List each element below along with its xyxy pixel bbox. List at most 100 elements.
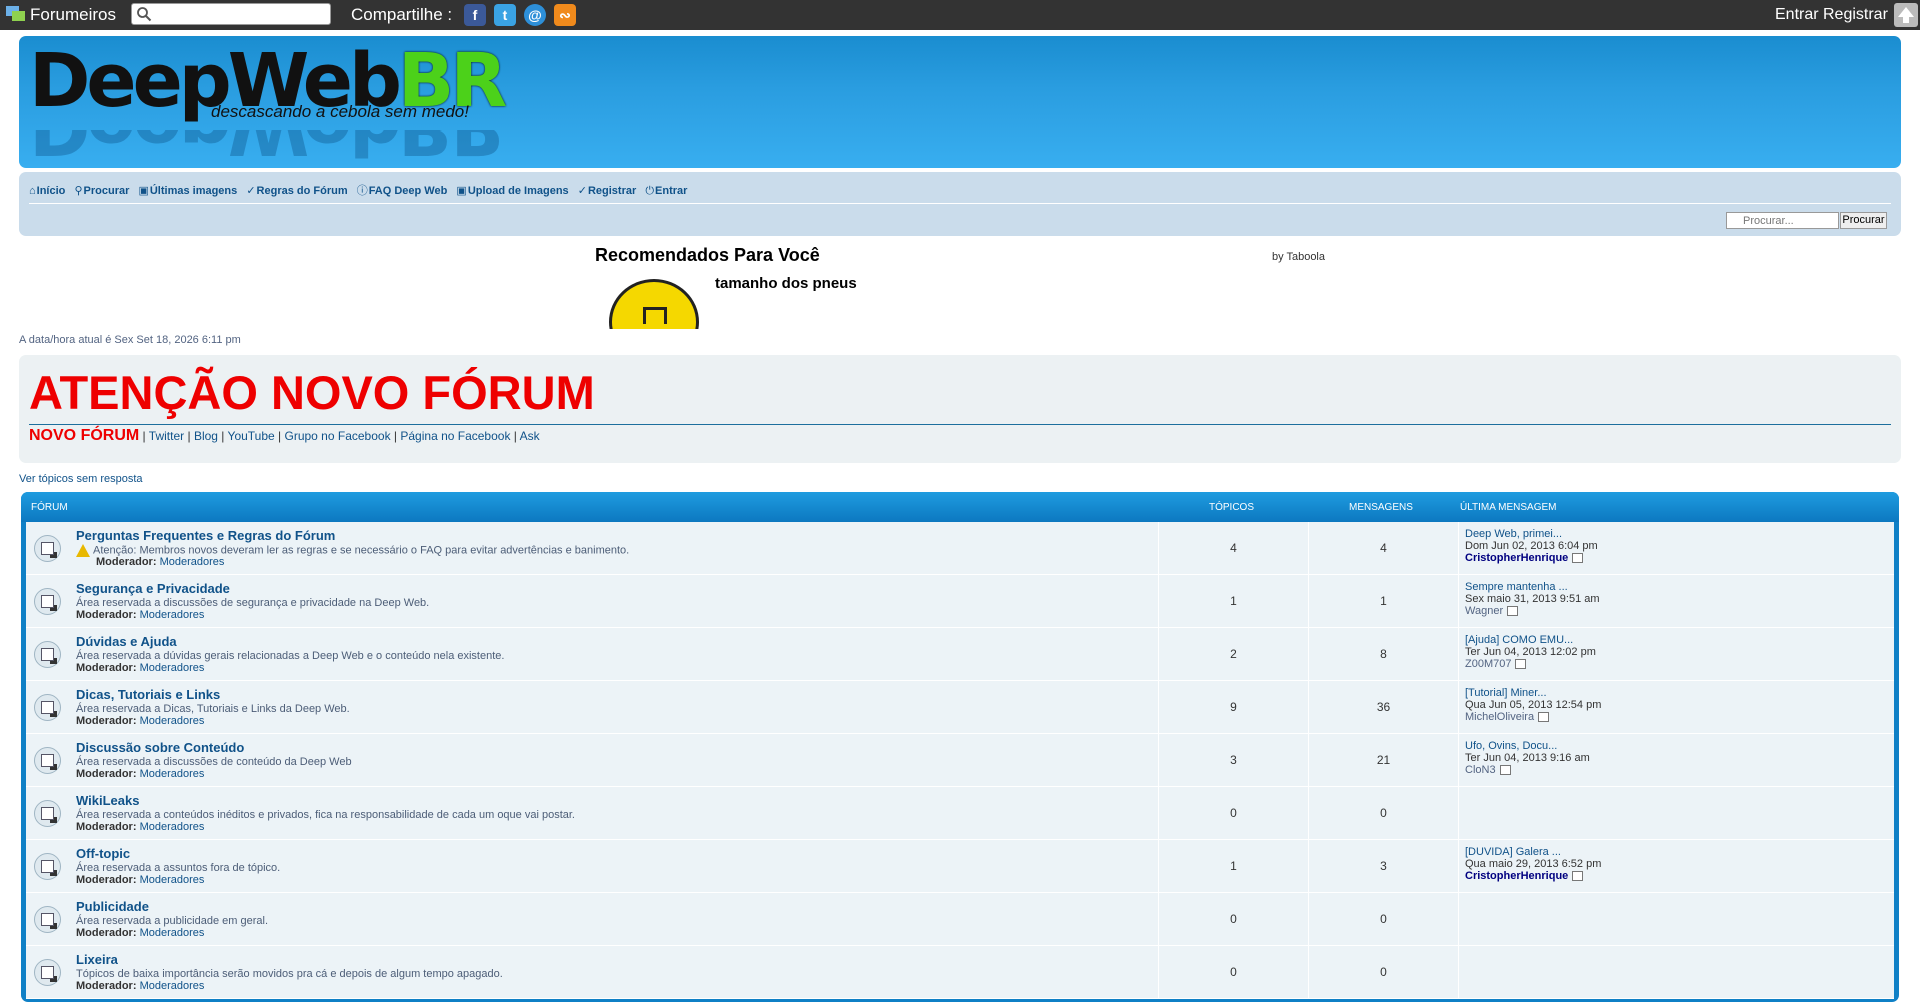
nav-login[interactable]: ⏻Entrar (645, 185, 687, 197)
last-post-author[interactable]: Z00M707 (1465, 658, 1511, 670)
nav-upload-images[interactable]: ▣Upload de Imagens (456, 185, 568, 197)
forum-search-input[interactable]: Procurar... (1726, 212, 1839, 229)
facebook-page-link[interactable]: Página no Facebook (400, 429, 510, 443)
forum-moderator: Moderador: Moderadores (76, 609, 205, 621)
topics-count: 9 (1230, 700, 1237, 714)
search-icon (137, 7, 152, 22)
topics-count: 0 (1230, 912, 1237, 926)
topics-count: 3 (1230, 753, 1237, 767)
nav-divider (29, 203, 1891, 204)
facebook-share-icon[interactable]: f (464, 4, 486, 26)
last-post-author[interactable]: CristopherHenrique (1465, 870, 1568, 882)
moderators-link[interactable]: Moderadores (140, 715, 205, 727)
forum-title[interactable]: Dúvidas e Ajuda (76, 634, 177, 649)
taboola-credit[interactable]: by Taboola (1272, 251, 1325, 263)
warning-icon (76, 544, 90, 557)
topics-count: 1 (1230, 859, 1237, 873)
youtube-link[interactable]: YouTube (228, 429, 275, 443)
twitter-link[interactable]: Twitter (149, 429, 184, 443)
view-latest-post-icon[interactable] (1572, 553, 1584, 564)
last-post-author[interactable]: Wagner (1465, 605, 1503, 617)
current-datetime: A data/hora atual é Sex Set 18, 2026 6:1… (19, 334, 241, 346)
forum-search-button[interactable]: Procurar (1840, 212, 1887, 229)
moderators-link[interactable]: Moderadores (140, 662, 205, 674)
forum-description: Área reservada a dúvidas gerais relacion… (76, 650, 505, 662)
forum-moderator: Moderador: Moderadores (96, 556, 225, 568)
power-icon: ⏻ (645, 185, 655, 197)
nav-register[interactable]: ✓Registrar (578, 185, 637, 197)
site-banner: DeepWebBR descascando a cebola sem medo!… (19, 36, 1901, 168)
forum-title[interactable]: Discussão sobre Conteúdo (76, 740, 244, 755)
moderators-link[interactable]: Moderadores (140, 980, 205, 992)
forum-title[interactable]: Dicas, Tutoriais e Links (76, 687, 220, 702)
forum-table: Fórum Tópicos Mensagens Última mensagem … (21, 492, 1899, 1002)
view-latest-post-icon[interactable] (1572, 871, 1584, 882)
moderators-link[interactable]: Moderadores (140, 609, 205, 621)
recommendation-link[interactable]: tamanho dos pneus (715, 275, 857, 292)
unanswered-topics-link[interactable]: Ver tópicos sem resposta (19, 473, 143, 485)
ask-link[interactable]: Ask (520, 429, 540, 443)
announcement-links: NOVO FÓRUM | Twitter | Blog | YouTube | … (29, 427, 540, 444)
forum-title[interactable]: Publicidade (76, 899, 149, 914)
forum-title[interactable]: Perguntas Frequentes e Regras do Fórum (76, 528, 335, 543)
last-post: [Ajuda] COMO EMU... Ter Jun 04, 2013 12:… (1465, 634, 1596, 670)
moderators-link[interactable]: Moderadores (140, 821, 205, 833)
announcement-divider (29, 424, 1891, 425)
last-post-title[interactable]: Ufo, Ovins, Docu... (1465, 740, 1590, 752)
view-latest-post-icon[interactable] (1515, 659, 1527, 670)
view-latest-post-icon[interactable] (1538, 712, 1550, 723)
forum-description: Área reservada a discussões de conteúdo … (76, 756, 352, 768)
register-link[interactable]: Registrar (1823, 6, 1888, 24)
last-post-date: Ter Jun 04, 2013 12:02 pm (1465, 646, 1596, 658)
nav-latest-images[interactable]: ▣Últimas imagens (138, 185, 237, 197)
last-post-author[interactable]: MichelOliveira (1465, 711, 1534, 723)
nav-faq[interactable]: ⓘFAQ Deep Web (357, 185, 448, 197)
home-icon: ⌂ (29, 185, 36, 197)
last-post-date: Qua maio 29, 2013 6:52 pm (1465, 858, 1602, 870)
new-forum-link[interactable]: NOVO FÓRUM (29, 427, 139, 444)
forum-description: Área reservada a publicidade em geral. (76, 915, 269, 927)
twitter-share-icon[interactable]: t (494, 4, 516, 26)
forum-title[interactable]: Segurança e Privacidade (76, 581, 230, 596)
scroll-top-icon[interactable] (1894, 3, 1918, 27)
register-icon: ✓ (577, 185, 587, 197)
forum-description: Área reservada a discussões de segurança… (76, 597, 430, 609)
forum-read-icon (34, 800, 61, 827)
nav-links: ⌂Início ⚲Procurar ▣Últimas imagens ✓Regr… (29, 182, 693, 198)
rss-icon[interactable]: ∾ (554, 4, 576, 26)
view-latest-post-icon[interactable] (1507, 606, 1519, 617)
upload-image-icon: ▣ (456, 185, 467, 197)
nav-search[interactable]: ⚲Procurar (74, 185, 129, 197)
login-link[interactable]: Entrar (1775, 6, 1819, 24)
moderators-link[interactable]: Moderadores (140, 768, 205, 780)
last-post-title[interactable]: [DUVIDA] Galera ... (1465, 846, 1601, 858)
forum-title[interactable]: Off-topic (76, 846, 130, 861)
last-post-author[interactable]: CristopherHenrique (1465, 552, 1568, 564)
facebook-group-link[interactable]: Grupo no Facebook (285, 429, 391, 443)
forum-description: Área reservada a Dicas, Tutoriais e Link… (76, 703, 350, 715)
forum-title[interactable]: WikiLeaks (76, 793, 139, 808)
nav-forum-rules[interactable]: ✓Regras do Fórum (246, 185, 347, 197)
last-post-title[interactable]: [Ajuda] COMO EMU... (1465, 634, 1596, 646)
blog-link[interactable]: Blog (194, 429, 218, 443)
last-post-title[interactable]: Sempre mantenha ... (1465, 581, 1600, 593)
recommendation-thumbnail[interactable] (595, 273, 705, 329)
last-post-title[interactable]: Deep Web, primei... (1465, 528, 1598, 540)
last-post-author[interactable]: CloN3 (1465, 764, 1496, 776)
view-latest-post-icon[interactable] (1499, 765, 1511, 776)
moderators-link[interactable]: Moderadores (140, 927, 205, 939)
forum-moderator: Moderador: Moderadores (76, 821, 205, 833)
forum-title[interactable]: Lixeira (76, 952, 118, 967)
toolbar-search-input[interactable] (131, 3, 331, 25)
moderators-link[interactable]: Moderadores (140, 874, 205, 886)
forumeiros-logo-icon[interactable] (6, 6, 25, 23)
email-share-icon[interactable]: @ (524, 4, 546, 26)
forumeiros-brand[interactable]: Forumeiros (30, 5, 116, 25)
nav-home[interactable]: ⌂Início (29, 185, 65, 197)
recommendations-widget: Recomendados Para Você by Taboola tamanh… (595, 243, 1325, 333)
last-post-title[interactable]: [Tutorial] Miner... (1465, 687, 1601, 699)
moderators-link[interactable]: Moderadores (160, 556, 225, 568)
image-icon: ▣ (138, 185, 149, 197)
posts-count: 0 (1380, 806, 1387, 820)
forum-row: Dicas, Tutoriais e Links Área reservada … (26, 681, 1894, 734)
